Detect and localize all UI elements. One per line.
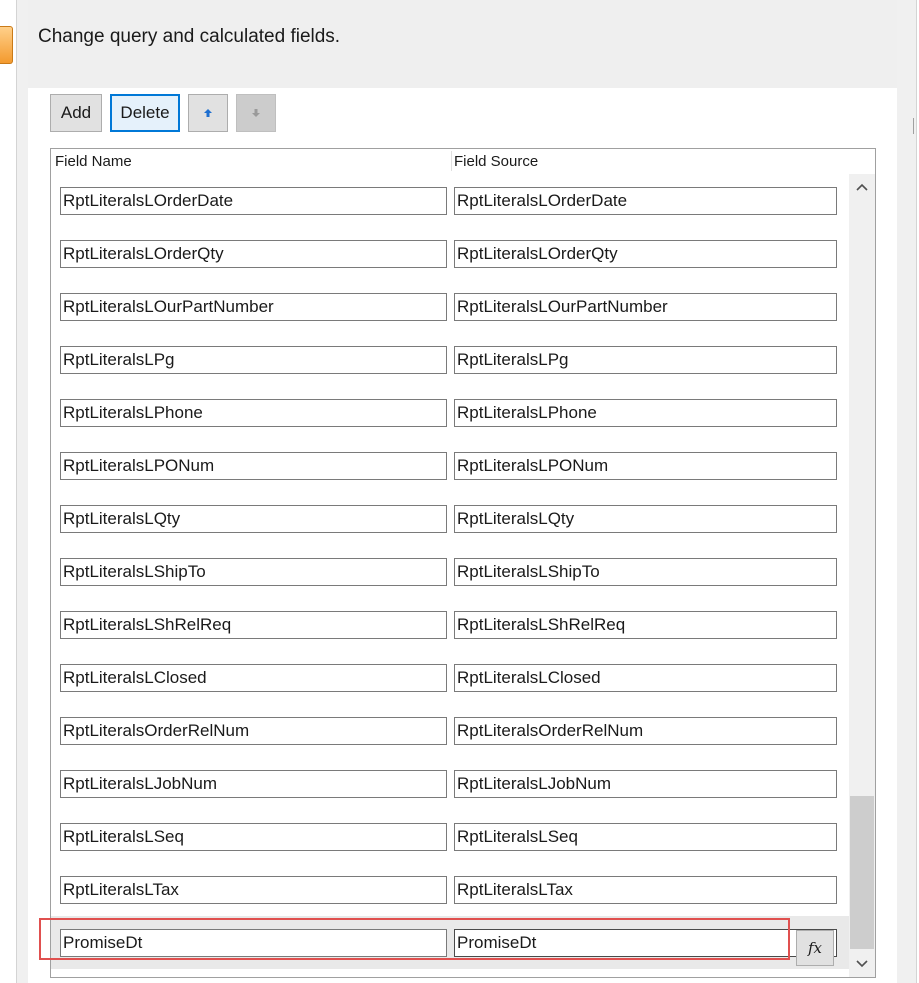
table-row[interactable]: RptLiteralsLSeq RptLiteralsLSeq bbox=[51, 810, 851, 863]
field-name-input[interactable]: RptLiteralsLClosed bbox=[60, 664, 447, 692]
field-name-input[interactable]: RptLiteralsLOrderDate bbox=[60, 187, 447, 215]
scroll-down-icon[interactable] bbox=[849, 951, 875, 977]
arrow-down-icon bbox=[252, 109, 260, 117]
field-name-input[interactable]: RptLiteralsLOurPartNumber bbox=[60, 293, 447, 321]
table-row[interactable]: RptLiteralsLOurPartNumber RptLiteralsLOur… bbox=[51, 280, 851, 333]
scroll-up-icon[interactable] bbox=[849, 174, 875, 200]
add-button[interactable]: Add bbox=[50, 94, 102, 132]
table-row[interactable]: RptLiteralsLOrderDate RptLiteralsLOrderDa… bbox=[51, 174, 851, 227]
window-tab-icon[interactable] bbox=[0, 26, 13, 64]
field-source-input[interactable]: RptLiteralsLTax bbox=[454, 876, 837, 904]
window-edge bbox=[913, 118, 919, 134]
field-name-input[interactable]: RptLiteralsLJobNum bbox=[60, 770, 447, 798]
field-source-input[interactable]: RptLiteralsLPhone bbox=[454, 399, 837, 427]
table-row[interactable]: RptLiteralsOrderRelNum RptLiteralsOrderRe… bbox=[51, 704, 851, 757]
field-name-input[interactable]: RptLiteralsLQty bbox=[60, 505, 447, 533]
field-source-input[interactable]: RptLiteralsLPONum bbox=[454, 452, 837, 480]
table-row[interactable]: RptLiteralsLJobNum RptLiteralsLJobNum bbox=[51, 757, 851, 810]
field-source-input[interactable]: RptLiteralsLSeq bbox=[454, 823, 837, 851]
field-name-input[interactable]: RptLiteralsLSeq bbox=[60, 823, 447, 851]
move-down-button[interactable] bbox=[236, 94, 276, 132]
field-source-input[interactable]: RptLiteralsLShipTo bbox=[454, 558, 837, 586]
calculated-fields-grid: Field Name Field Source RptLiteralsLOrde… bbox=[50, 148, 876, 978]
field-source-input[interactable]: RptLiteralsLPg bbox=[454, 346, 837, 374]
table-row[interactable]: RptLiteralsLClosed RptLiteralsLClosed bbox=[51, 651, 851, 704]
table-row[interactable]: PromiseDt PromiseDt fx bbox=[51, 916, 851, 969]
table-row[interactable]: RptLiteralsLShipTo RptLiteralsLShipTo bbox=[51, 545, 851, 598]
field-source-input[interactable]: RptLiteralsLQty bbox=[454, 505, 837, 533]
move-up-button[interactable] bbox=[188, 94, 228, 132]
table-row[interactable]: RptLiteralsLPhone RptLiteralsLPhone bbox=[51, 386, 851, 439]
field-source-input[interactable]: PromiseDt bbox=[454, 929, 837, 957]
table-row[interactable]: RptLiteralsLQty RptLiteralsLQty bbox=[51, 492, 851, 545]
field-source-input[interactable]: RptLiteralsLClosed bbox=[454, 664, 837, 692]
column-divider[interactable] bbox=[451, 151, 452, 171]
field-name-input[interactable]: RptLiteralsLPhone bbox=[60, 399, 447, 427]
field-name-input[interactable]: PromiseDt bbox=[60, 929, 447, 957]
table-row[interactable]: RptLiteralsLPg RptLiteralsLPg bbox=[51, 333, 851, 386]
vertical-scrollbar[interactable] bbox=[849, 174, 875, 977]
column-header-field-name[interactable]: Field Name bbox=[55, 153, 132, 170]
field-source-input[interactable]: RptLiteralsOrderRelNum bbox=[454, 717, 837, 745]
field-name-input[interactable]: RptLiteralsLPONum bbox=[60, 452, 447, 480]
field-source-input[interactable]: RptLiteralsLOrderQty bbox=[454, 240, 837, 268]
field-name-input[interactable]: RptLiteralsLShipTo bbox=[60, 558, 447, 586]
field-name-input[interactable]: RptLiteralsLOrderQty bbox=[60, 240, 447, 268]
field-name-input[interactable]: RptLiteralsLShRelReq bbox=[60, 611, 447, 639]
column-header-field-source[interactable]: Field Source bbox=[454, 153, 538, 170]
field-name-input[interactable]: RptLiteralsLPg bbox=[60, 346, 447, 374]
field-source-input[interactable]: RptLiteralsLShRelReq bbox=[454, 611, 837, 639]
field-source-input[interactable]: RptLiteralsLOrderDate bbox=[454, 187, 837, 215]
delete-button[interactable]: Delete bbox=[110, 94, 180, 132]
table-row[interactable]: RptLiteralsLTax RptLiteralsLTax bbox=[51, 863, 851, 916]
field-name-input[interactable]: RptLiteralsLTax bbox=[60, 876, 447, 904]
table-row[interactable]: RptLiteralsLOrderQty RptLiteralsLOrderQty bbox=[51, 227, 851, 280]
page-title: Change query and calculated fields. bbox=[38, 26, 341, 47]
table-row[interactable]: RptLiteralsLShRelReq RptLiteralsLShRelReq bbox=[51, 598, 851, 651]
expression-builder-button[interactable]: fx bbox=[796, 930, 834, 966]
field-name-input[interactable]: RptLiteralsOrderRelNum bbox=[60, 717, 447, 745]
field-source-input[interactable]: RptLiteralsLJobNum bbox=[454, 770, 837, 798]
arrow-up-icon bbox=[204, 109, 212, 117]
scrollbar-thumb[interactable] bbox=[850, 796, 874, 949]
table-row[interactable]: RptLiteralsLPONum RptLiteralsLPONum bbox=[51, 439, 851, 492]
field-source-input[interactable]: RptLiteralsLOurPartNumber bbox=[454, 293, 837, 321]
